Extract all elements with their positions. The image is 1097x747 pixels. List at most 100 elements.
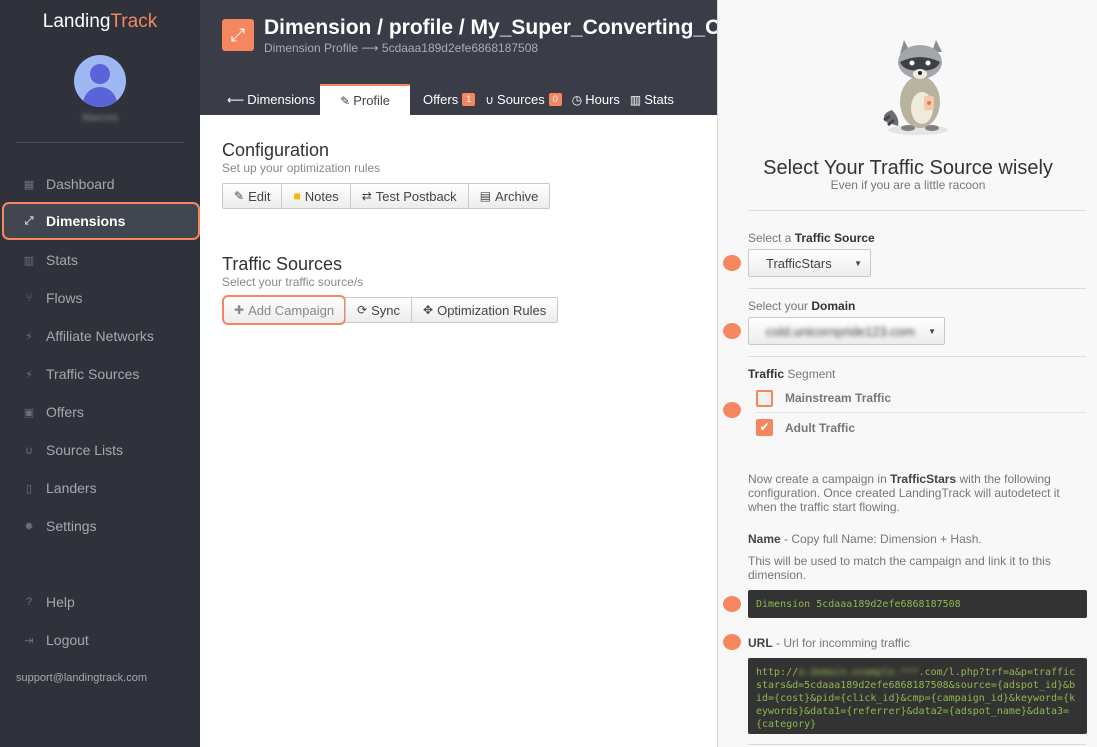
domain-select[interactable]: cold.unicornpride123.com ▼ <box>748 317 945 345</box>
name-note: This will be used to match the campaign … <box>748 554 1051 582</box>
note-icon: ■ <box>293 189 301 203</box>
step-marker <box>723 634 741 650</box>
logo-text-left: Landing <box>42 11 111 32</box>
plug-icon: ⚡ <box>25 330 33 343</box>
pencil-icon: ✎ <box>340 93 351 108</box>
panel-divider <box>748 356 1086 357</box>
sidebar-item-help[interactable]: ? Help <box>0 585 200 619</box>
traffic-segment-label: Traffic Segment <box>748 367 835 381</box>
option-label: Adult Traffic <box>785 420 856 435</box>
expand-icon: ⤢ <box>24 214 34 227</box>
step-marker <box>723 596 741 612</box>
logo-text-right: Track <box>110 11 158 32</box>
sidebar-item-affiliate-networks[interactable]: ⚡ Affiliate Networks <box>0 319 200 353</box>
url-heading: URL - Url for incomming traffic <box>748 636 1088 650</box>
tab-bar: ⟵ Dimensions ✎ Profile Offers 1 ∪ Sources 0 ◷… <box>222 84 679 115</box>
mainstream-traffic-option[interactable]: Mainstream Traffic <box>756 384 1086 413</box>
label-text: Segment <box>784 367 836 381</box>
arrow-left-icon: ⟵ <box>227 92 245 107</box>
sources-count-badge: 0 <box>548 93 562 106</box>
button-label: Edit <box>248 188 271 204</box>
campaign-name-code[interactable]: Dimension 5cdaaa189d2efe6868187508 <box>748 590 1087 618</box>
plug-icon: ⚡ <box>25 368 33 381</box>
text-bold: TrafficStars <box>890 472 957 486</box>
adult-checkbox[interactable]: ✔ <box>756 419 773 436</box>
offers-count-badge: 1 <box>462 93 476 106</box>
sidebar-item-label: Traffic Sources <box>46 366 140 382</box>
option-label: Mainstream Traffic <box>785 391 892 405</box>
tab-profile[interactable]: ✎ Profile <box>320 84 411 115</box>
plus-icon: ✚ <box>234 303 245 317</box>
text: - Url for incomming traffic <box>772 636 910 650</box>
flow-icon: ⑂ <box>25 292 33 304</box>
chevron-down-icon: ▼ <box>854 259 862 268</box>
refresh-icon: ⟳ <box>357 303 368 317</box>
text: - Copy full Name: Dimension + Hash. <box>780 532 982 546</box>
sidebar-item-source-lists[interactable]: ∪ Source Lists <box>0 433 200 467</box>
logout-icon: ⇥ <box>24 634 34 647</box>
app-logo[interactable]: LandingTrack <box>0 11 200 33</box>
sidebar-item-stats[interactable]: ▥ Stats <box>0 243 200 277</box>
tab-offers[interactable]: Offers 1 <box>418 84 480 115</box>
sidebar-item-label: Affiliate Networks <box>46 328 154 344</box>
test-postback-button[interactable]: ⇄ Test Postback <box>349 183 469 209</box>
tab-label: Stats <box>644 92 674 107</box>
sidebar-item-label: Landers <box>46 480 97 496</box>
notes-button[interactable]: ■ Notes <box>281 183 351 209</box>
tab-stats[interactable]: ▥ Stats <box>625 84 679 115</box>
sidebar-item-flows[interactable]: ⑂ Flows <box>0 281 200 315</box>
archive-icon: ▤ <box>479 189 492 203</box>
bar-chart-icon: ▥ <box>629 92 642 107</box>
dashboard-icon: ▦ <box>23 178 35 191</box>
adult-traffic-option[interactable]: ✔ Adult Traffic <box>756 413 1086 442</box>
magnet-icon: ∪ <box>485 92 495 107</box>
sidebar-item-label: Settings <box>46 518 97 534</box>
pencil-icon: ✎ <box>234 189 245 203</box>
traffic-source-select[interactable]: TrafficStars ▼ <box>748 249 871 277</box>
bar-chart-icon: ▥ <box>23 254 35 267</box>
traffic-sources-button-group: ✚ Add Campaign ⟳ Sync ✥ Optimization Rules <box>222 295 559 325</box>
sidebar-item-dashboard[interactable]: ▦ Dashboard <box>0 167 200 201</box>
tab-dimensions[interactable]: ⟵ Dimensions <box>222 84 320 115</box>
clock-icon: ◷ <box>571 92 583 107</box>
name-heading: Name - Copy full Name: Dimension + Hash. <box>748 532 1088 546</box>
button-label: Test Postback <box>375 188 457 204</box>
label-bold: Traffic <box>748 367 785 381</box>
text: Now create a campaign in <box>748 472 891 486</box>
optimization-rules-button[interactable]: ✥ Optimization Rules <box>411 297 559 323</box>
panel-divider <box>748 210 1086 211</box>
tab-label: Dimensions <box>247 92 316 107</box>
configuration-title: Configuration <box>222 140 330 160</box>
button-label: Notes <box>304 188 339 204</box>
sidebar-item-dimensions[interactable]: ⤢ Dimensions <box>2 202 200 240</box>
tab-sources[interactable]: ∪ Sources 0 <box>480 84 567 115</box>
tab-hours[interactable]: ◷ Hours <box>567 84 625 115</box>
edit-button[interactable]: ✎ Edit <box>222 183 283 209</box>
page-header: ⤢ Dimension / profile / My_Super_Convert… <box>200 0 755 115</box>
button-label: Optimization Rules <box>437 302 547 318</box>
traffic-source-label: Select a Traffic Source <box>748 231 875 245</box>
add-campaign-button[interactable]: ✚ Add Campaign <box>222 295 347 325</box>
sidebar-item-label: Help <box>46 594 75 610</box>
sidebar-item-label: Dashboard <box>46 176 115 192</box>
tab-label: Profile <box>353 93 391 108</box>
expand-icon: ⤢ <box>222 19 254 51</box>
support-email[interactable]: support@landingtrack.com <box>16 672 147 684</box>
mainstream-checkbox[interactable] <box>756 389 773 407</box>
step-marker <box>723 255 741 271</box>
username: Marcos <box>81 112 119 124</box>
archive-button[interactable]: ▤ Archive <box>467 183 551 209</box>
sidebar-item-logout[interactable]: ⇥ Logout <box>0 623 200 657</box>
button-label: Add Campaign <box>248 302 335 318</box>
sidebar-item-offers[interactable]: ▣ Offers <box>0 395 200 429</box>
tracking-url-code[interactable]: http://a.domain.example.***.com/l.php?tr… <box>748 658 1087 734</box>
url-prefix: http:// <box>756 667 799 678</box>
sidebar-item-landers[interactable]: ▯ Landers <box>0 471 200 505</box>
sync-button[interactable]: ⟳ Sync <box>345 297 413 323</box>
chevron-down-icon: ▼ <box>928 327 936 336</box>
avatar[interactable] <box>74 55 126 107</box>
sidebar-item-traffic-sources[interactable]: ⚡ Traffic Sources <box>0 357 200 391</box>
sidebar-item-settings[interactable]: ✹ Settings <box>0 509 200 543</box>
label-bold: Traffic Source <box>794 231 875 245</box>
campaign-instructions: Now create a campaign in TrafficStars wi… <box>748 472 1088 514</box>
